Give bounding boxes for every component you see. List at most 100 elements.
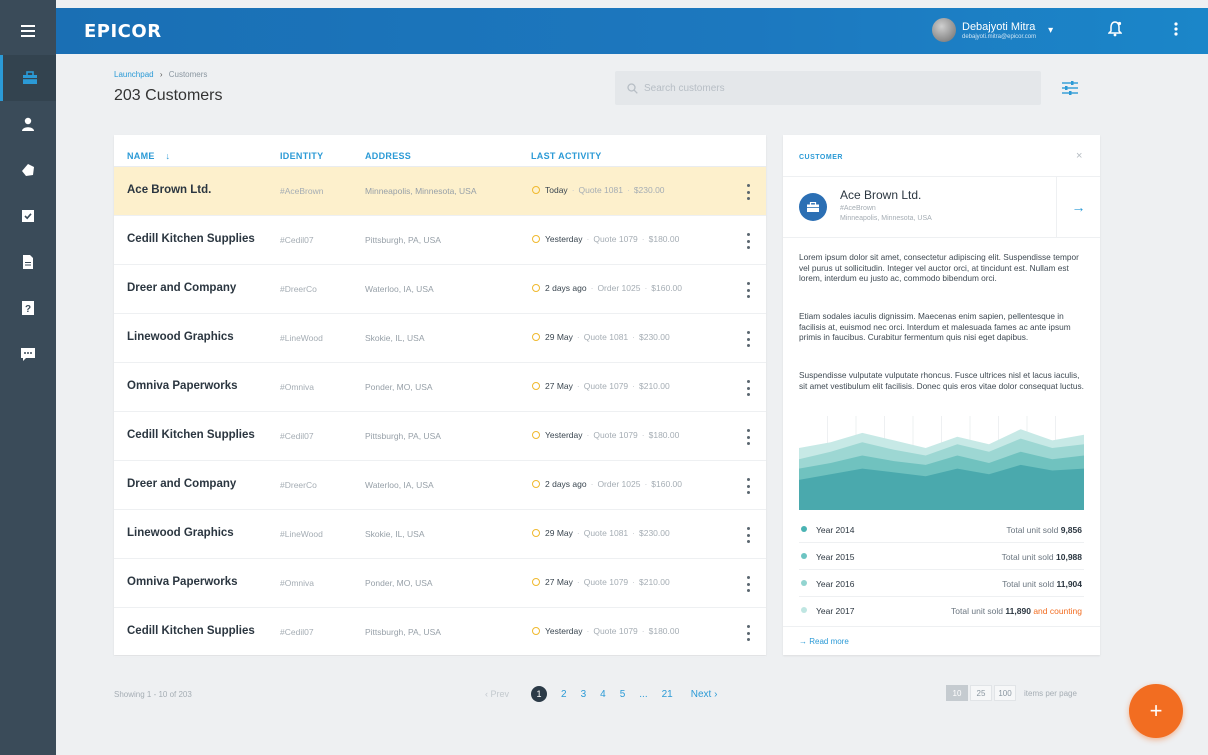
clock-icon [532, 333, 540, 341]
more-vertical-icon[interactable] [746, 429, 750, 445]
column-address[interactable]: ADDRESS [365, 151, 411, 161]
add-customer-button[interactable]: + [1129, 684, 1183, 738]
sidebar-item-messages[interactable] [0, 331, 56, 377]
activity-amount: $230.00 [639, 332, 670, 342]
per-page-option[interactable]: 25 [970, 685, 992, 701]
activity-document[interactable]: Quote 1079 [593, 430, 637, 440]
read-more-link[interactable]: → Read more [799, 637, 849, 646]
table-row[interactable]: Linewood Graphics #LineWood Skokie, IL, US… [114, 510, 766, 559]
more-vertical-icon[interactable] [746, 576, 750, 592]
table-row[interactable]: Cedill Kitchen Supplies #Cedil07 Pittsburg… [114, 412, 766, 461]
clock-icon [532, 480, 540, 488]
table-row[interactable]: Omniva Paperworks #Omniva Ponder, MO, USA 2… [114, 559, 766, 608]
customer-identity: #DreerCo [280, 480, 317, 490]
next-page-button[interactable]: Next › [691, 689, 718, 700]
menu-icon[interactable] [0, 8, 56, 54]
sidebar-item-documents[interactable] [0, 239, 56, 285]
separator: · [632, 381, 635, 391]
more-vertical-icon[interactable] [746, 184, 750, 200]
user-icon [22, 117, 34, 131]
filter-icon[interactable] [1061, 80, 1079, 96]
activity-document[interactable]: Quote 1081 [584, 528, 628, 538]
table-row[interactable]: Cedill Kitchen Supplies #Cedil07 Pittsburg… [114, 216, 766, 265]
customer-name: Linewood Graphics [127, 331, 234, 343]
detail-paragraph: Etiam sodales iaculis dignissim. Maecena… [799, 311, 1071, 342]
bell-icon[interactable] [1107, 21, 1123, 42]
more-vertical-icon[interactable] [746, 233, 750, 249]
page-number[interactable]: 21 [662, 689, 673, 700]
table-row[interactable]: Ace Brown Ltd. #AceBrown Minneapolis, Minn… [114, 167, 766, 216]
customer-identity: #Cedil07 [280, 431, 314, 441]
detail-customer-name: Ace Brown Ltd. [840, 188, 922, 202]
activity-document[interactable]: Quote 1079 [584, 381, 628, 391]
page-number[interactable]: 1 [531, 686, 548, 702]
activity-document[interactable]: Quote 1081 [584, 332, 628, 342]
document-icon [23, 255, 33, 269]
legend-total: Total unit sold 11,904 [1002, 579, 1082, 589]
avatar [932, 18, 956, 42]
more-vertical-icon[interactable] [746, 625, 750, 641]
table-row[interactable]: Linewood Graphics #LineWood Skokie, IL, US… [114, 314, 766, 363]
activity-document[interactable]: Order 1025 [597, 479, 640, 489]
sort-down-icon[interactable]: ↓ [166, 151, 171, 161]
activity-when: 2 days ago [545, 479, 587, 489]
sidebar-item-customers[interactable] [0, 55, 56, 101]
sidebar-item-help[interactable]: ? [0, 285, 56, 331]
activity-when: 29 May [545, 528, 573, 538]
table-row[interactable]: Dreer and Company #DreerCo Waterloo, IA, U… [114, 265, 766, 314]
sidebar-item-contacts[interactable] [0, 101, 56, 147]
search-input[interactable] [644, 82, 1024, 94]
page-number[interactable]: 2 [561, 689, 567, 700]
separator: · [641, 626, 645, 636]
search-box[interactable] [615, 71, 1041, 105]
more-vertical-icon[interactable] [746, 282, 750, 298]
separator: · [586, 626, 590, 636]
app-logo[interactable]: EPICOR [84, 21, 162, 42]
customer-address: Pittsburgh, PA, USA [365, 627, 441, 637]
per-page-option[interactable]: 10 [946, 685, 968, 701]
legend-year: Year 2014 [816, 525, 855, 535]
last-activity: Today · Quote 1081 · $230.00 [532, 185, 665, 195]
customer-name: Cedill Kitchen Supplies [127, 429, 255, 441]
svg-text:?: ? [25, 304, 31, 315]
customer-address: Minneapolis, Minnesota, USA [365, 186, 477, 196]
sidebar-item-deals[interactable] [0, 147, 56, 193]
breadcrumb-launchpad[interactable]: Launchpad [114, 70, 154, 79]
table-row[interactable]: Dreer and Company #DreerCo Waterloo, IA, U… [114, 461, 766, 510]
arrow-right-icon[interactable]: → [1056, 177, 1100, 237]
page-number: ... [639, 688, 648, 700]
activity-amount: $230.00 [633, 185, 665, 195]
detail-footer: → Read more [783, 626, 1100, 655]
per-page-option[interactable]: 100 [994, 685, 1016, 701]
activity-document[interactable]: Quote 1079 [584, 577, 628, 587]
more-vertical-icon[interactable] [746, 527, 750, 543]
page-number[interactable]: 3 [581, 689, 587, 700]
page-number[interactable]: 5 [620, 689, 626, 700]
more-vertical-icon[interactable] [1174, 21, 1178, 42]
separator: · [644, 479, 648, 489]
table-row[interactable]: Omniva Paperworks #Omniva Ponder, MO, USA 2… [114, 363, 766, 412]
activity-document[interactable]: Quote 1079 [593, 234, 637, 244]
more-vertical-icon[interactable] [746, 380, 750, 396]
activity-document[interactable]: Quote 1081 [579, 185, 623, 195]
customer-identity: #LineWood [280, 529, 323, 539]
user-menu[interactable]: Debajyoti Mitra debajyoti.mitra@epicor.c… [932, 18, 1053, 42]
legend-dot [801, 607, 807, 613]
more-vertical-icon[interactable] [746, 331, 750, 347]
separator: · [590, 283, 594, 293]
customer-name: Cedill Kitchen Supplies [127, 233, 255, 245]
column-name[interactable]: NAME ↓ [127, 151, 170, 161]
last-activity: 29 May · Quote 1081 · $230.00 [532, 528, 670, 538]
column-identity[interactable]: IDENTITY [280, 151, 323, 161]
table-row[interactable]: Cedill Kitchen Supplies #Cedil07 Pittsburg… [114, 608, 766, 657]
close-icon[interactable]: × [1076, 150, 1082, 162]
sidebar-item-tasks[interactable] [0, 193, 56, 239]
activity-document[interactable]: Order 1025 [597, 283, 640, 293]
last-activity: 27 May · Quote 1079 · $210.00 [532, 577, 670, 587]
activity-document[interactable]: Quote 1079 [593, 626, 637, 636]
column-last-activity[interactable]: LAST ACTIVITY [531, 151, 602, 161]
items-per-page: 10 25 100 items per page [946, 685, 1077, 701]
more-vertical-icon[interactable] [746, 478, 750, 494]
page-number[interactable]: 4 [600, 689, 606, 700]
prev-page-button[interactable]: ‹ Prev [485, 689, 509, 699]
